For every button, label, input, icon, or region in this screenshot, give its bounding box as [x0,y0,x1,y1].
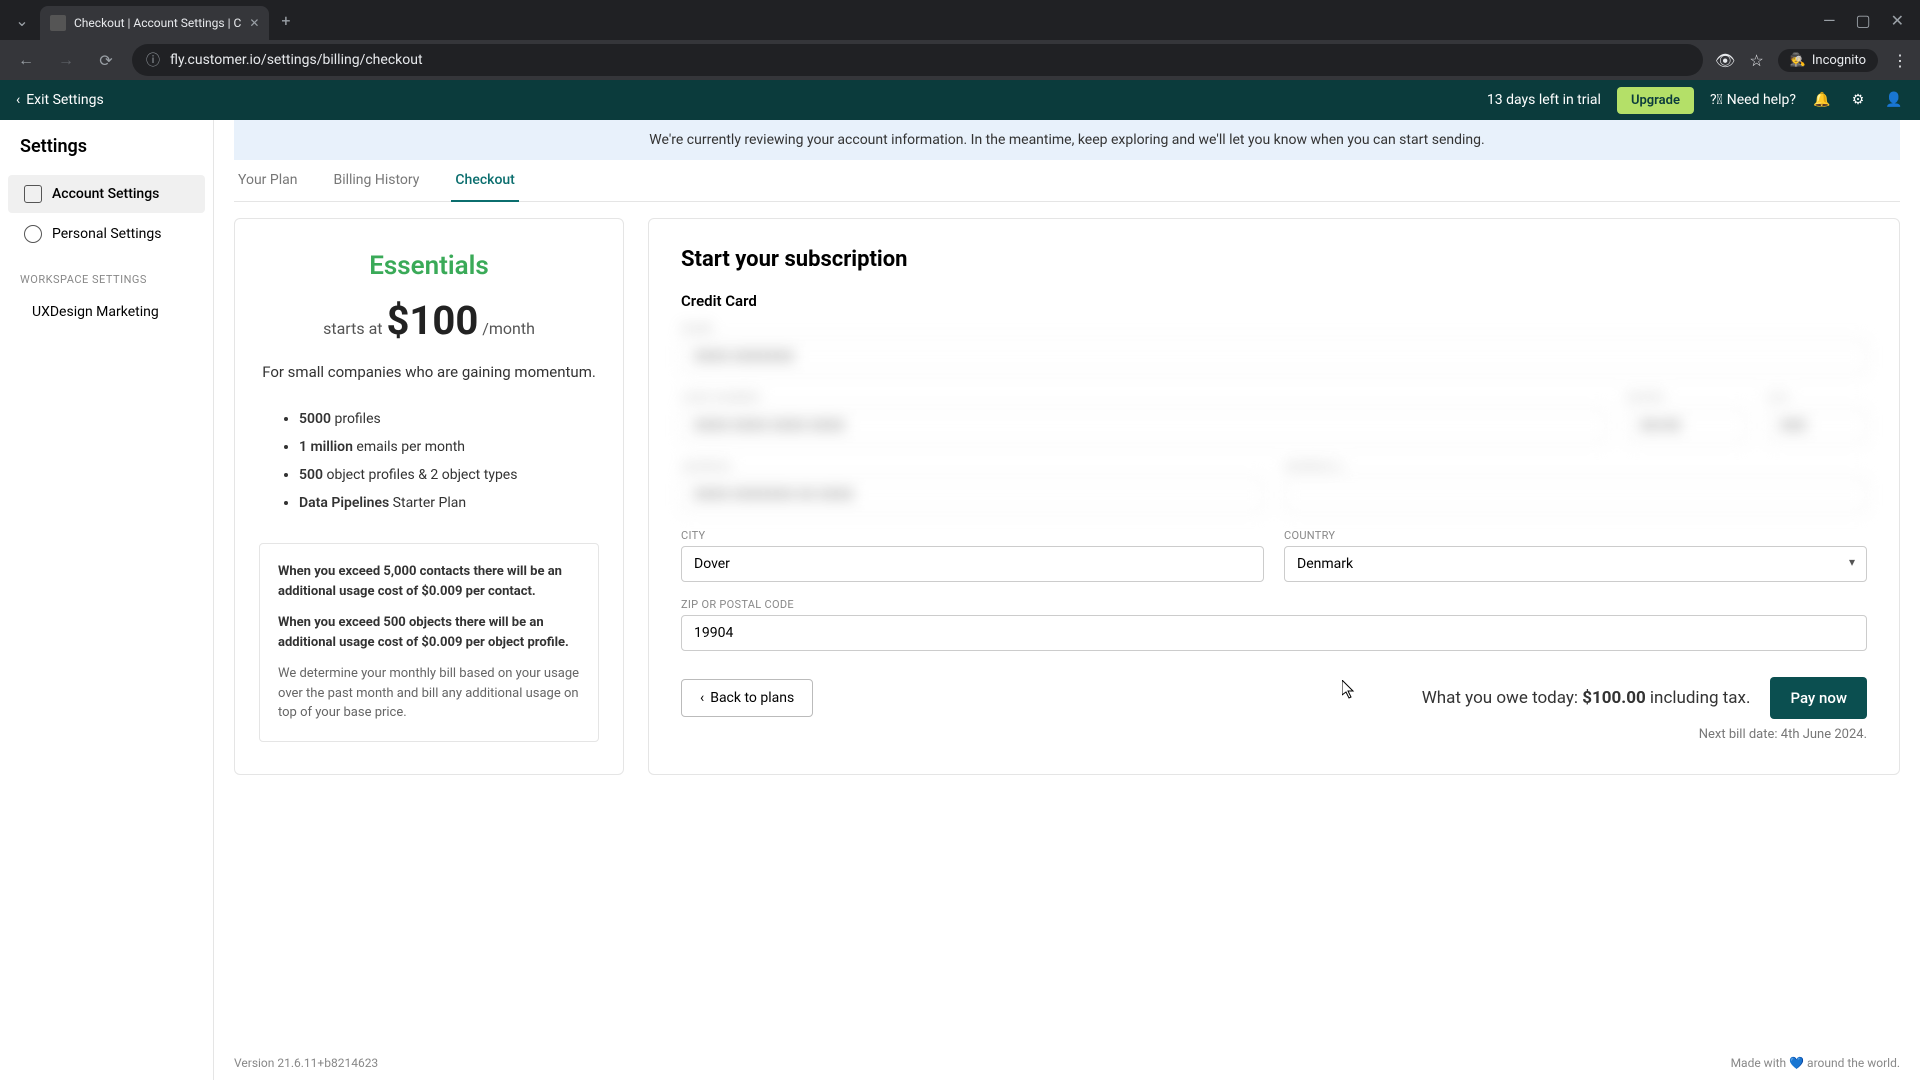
pay-now-button[interactable]: Pay now [1770,677,1867,719]
card-details-redacted: NAME CARD NUMBER EXPIRY CVC ADDRESS ADDR… [681,322,1867,513]
bell-icon[interactable]: 🔔 [1812,90,1832,110]
reload-icon[interactable]: ⟳ [92,46,120,74]
sidebar-item-personal-settings[interactable]: Personal Settings [8,215,205,253]
forward-icon[interactable]: → [52,46,80,74]
amount-owed-text: What you owe today: $100.00 including ta… [1422,688,1751,708]
need-help-link[interactable]: ?⃝ Need help? [1710,92,1796,108]
new-tab-button[interactable]: + [273,11,298,30]
browser-menu-icon[interactable]: ⋮ [1892,51,1908,70]
plan-price: starts at $100 /month [259,297,599,344]
plan-description: For small companies who are gaining mome… [259,362,599,383]
favicon [50,15,66,31]
workspace-section-label: WORKSPACE SETTINGS [0,255,213,294]
page-footer: Version 21.6.11+b8214623 Made with 💙 aro… [214,1046,1920,1080]
back-icon[interactable]: ← [12,46,40,74]
app-header: ‹ Exit Settings 13 days left in trial Up… [0,80,1920,120]
country-label: COUNTRY [1284,529,1867,542]
upgrade-button[interactable]: Upgrade [1617,87,1694,114]
site-info-icon[interactable]: ⓘ [146,50,160,70]
plan-feature-list: 5000 profiles 1 million emails per month… [259,405,599,517]
checkout-form-card: Start your subscription Credit Card NAME… [648,218,1900,775]
tab-your-plan[interactable]: Your Plan [234,160,301,202]
review-banner: We're currently reviewing your account i… [234,120,1900,160]
tab-billing-history[interactable]: Billing History [329,160,423,202]
address-bar: ← → ⟳ ⓘ fly.customer.io/settings/billing… [0,40,1920,80]
made-with-text: Made with 💙 around the world. [1731,1056,1900,1070]
list-item: 1 million emails per month [299,433,599,461]
country-select[interactable]: Denmark [1284,546,1867,582]
incognito-badge[interactable]: 🕵 Incognito [1778,49,1878,72]
url-input[interactable]: ⓘ fly.customer.io/settings/billing/check… [132,44,1703,76]
zip-label: ZIP OR POSTAL CODE [681,598,1867,611]
list-item: 500 object profiles & 2 object types [299,461,599,489]
chevron-left-icon: ‹ [16,92,20,108]
tab-search-dropdown[interactable]: ⌄ [8,6,36,34]
zip-input[interactable] [681,615,1867,651]
sidebar-item-account-settings[interactable]: Account Settings [8,175,205,213]
sidebar-item-workspace[interactable]: UXDesign Marketing [0,294,213,330]
tab-checkout[interactable]: Checkout [451,160,518,202]
person-icon [24,225,42,243]
city-input[interactable] [681,546,1264,582]
credit-card-label: Credit Card [681,292,1867,310]
maximize-icon[interactable]: ▢ [1855,11,1870,30]
back-to-plans-button[interactable]: ‹ Back to plans [681,679,813,717]
gear-icon[interactable]: ⚙ [1848,90,1868,110]
close-window-icon[interactable]: ✕ [1891,11,1904,30]
trial-days-text: 13 days left in trial [1487,92,1601,108]
list-item: Data Pipelines Starter Plan [299,489,599,517]
close-tab-icon[interactable]: ✕ [249,16,259,30]
browser-tab-strip: ⌄ Checkout | Account Settings | C ✕ + — … [0,0,1920,40]
city-label: CITY [681,529,1264,542]
exit-settings-link[interactable]: ‹ Exit Settings [16,92,104,108]
incognito-icon: 🕵 [1790,53,1806,68]
url-text: fly.customer.io/settings/billing/checkou… [170,52,423,68]
plan-summary-card: Essentials starts at $100 /month For sma… [234,218,624,775]
list-item: 5000 profiles [299,405,599,433]
minimize-icon[interactable]: — [1823,11,1836,30]
eye-off-icon[interactable]: 👁 [1715,51,1735,70]
usage-pricing-box: When you exceed 5,000 contacts there wil… [259,543,599,742]
tab-title: Checkout | Account Settings | C [74,16,241,30]
settings-sidebar: Settings Account Settings Personal Setti… [0,120,214,1080]
version-text: Version 21.6.11+b8214623 [234,1056,378,1070]
bookmark-star-icon[interactable]: ☆ [1749,51,1763,70]
sidebar-title: Settings [0,136,213,173]
next-bill-date: Next bill date: 4th June 2024. [681,727,1867,742]
chevron-left-icon: ‹ [700,690,704,706]
help-circle-icon: ?⃝ [1710,92,1723,108]
user-avatar-icon[interactable]: 👤 [1884,90,1904,110]
checkout-title: Start your subscription [681,247,1867,272]
billing-tabs: Your Plan Billing History Checkout [234,160,1900,202]
grid-icon [24,185,42,203]
browser-tab[interactable]: Checkout | Account Settings | C ✕ [40,6,269,40]
plan-name: Essentials [259,251,599,281]
